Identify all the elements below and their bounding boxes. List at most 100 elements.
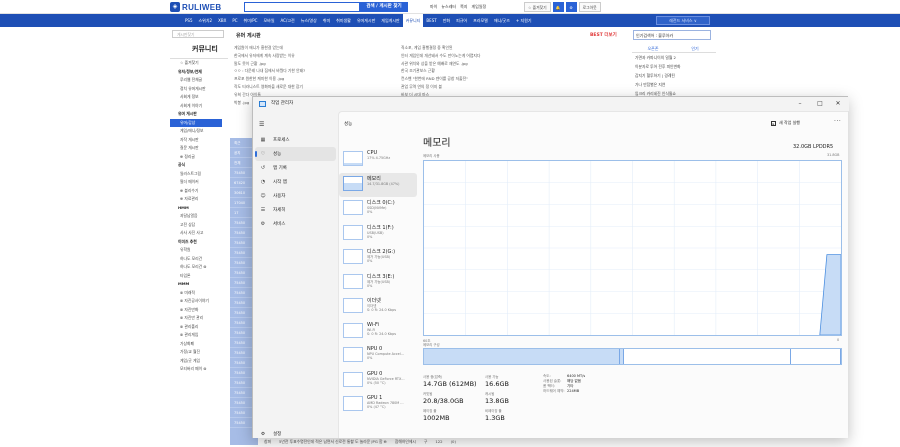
sidebar-item[interactable]: 필더 메이커 [170,178,230,187]
resource-item[interactable]: 디스크 0(C:) SSD(NVMe) 0% [339,197,417,222]
nav-item[interactable]: 취미/PC [241,14,261,27]
resource-item[interactable]: 메모리 14.7/31.8GB (47%) [339,172,417,197]
nav-item[interactable]: 프라모델 [470,14,491,27]
popular-search-box[interactable]: 인기검색어 : 블루아카 [633,30,711,40]
resource-item[interactable]: 이더넷 이더넷 S: 0 R: 24.0 Kbps [339,295,417,320]
best-link[interactable]: ㅇㅇ : 다운레 나내 집에서 바꿨다 기한 안돼? [234,67,399,75]
gear-icon[interactable]: ⚙ [565,2,577,12]
run-new-task-button[interactable]: ▸ 새 작업 실행 [771,120,800,126]
site-search-input[interactable] [244,2,360,12]
sidebar-item[interactable]: 과달남얼음 [170,212,230,221]
nav-performance[interactable]: ♡ 성능 [255,147,336,161]
resource-item[interactable]: GPU 0 NVIDIA GeForce RTX... 0% (50 °C) [339,369,417,394]
best-link[interactable]: 직소포, 게임 흥행결정 중 확인된 [401,44,566,52]
sidebar-item[interactable]: ⊗ 자진공사이야기 [170,297,230,306]
sidebar-item[interactable]: 사사 사진 사고 [170,229,230,238]
nav-startup-apps[interactable]: ◔ 시작 앱 [255,175,336,189]
favorites-button[interactable]: ☆ 즐겨찾기 [524,2,551,12]
top-link[interactable]: 뉴스레터 [441,4,456,10]
nav-details[interactable]: ☰ 자세히 [255,203,336,217]
nav-app-history[interactable]: ↺ 앱 기록 [255,161,336,175]
close-icon[interactable]: ✕ [831,99,845,109]
resource-item[interactable]: Wi-Fi Wi-Fi S: 0 R: 24.0 Kbps [339,320,417,345]
sidebar-item[interactable]: 질문 게시판 [170,144,230,153]
right-list-item[interactable]: 가면과 카파니이의 밀월 2 [632,53,716,62]
tab-open[interactable]: 오픈존 [632,44,674,53]
sidebar-item[interactable]: 타입론 [170,272,230,281]
nav-services[interactable]: ⚙ 서비스 [255,217,336,231]
best-link[interactable]: 말도 못이 근황 .jpg [234,60,399,68]
nav-item[interactable]: 애니/굿즈 [491,14,513,27]
sidebar-item[interactable]: 게임/굿 게임 [170,357,230,366]
best-link[interactable]: 게임원이 애니가 흥한걸 얻는데 [234,44,399,52]
tab-popular[interactable]: 인기 [674,44,716,53]
legend-service-button[interactable]: 레전드 서비스 ∨ [656,16,710,25]
best-more-link[interactable]: BEST 더보기 [590,32,617,38]
sidebar-item[interactable]: ⊗ 미래적 [170,289,230,298]
nav-item[interactable]: 취미 [320,14,333,27]
best-link[interactable]: 관업 무역 연의 정 이지 블 [401,83,566,91]
site-search-button[interactable]: 검색 / 게시판 찾기 [360,2,408,12]
nav-item[interactable]: 취미생활 [333,14,354,27]
nav-item[interactable]: PC [229,14,240,27]
sidebar-item[interactable]: ⊗ 자진만 관리 [170,314,230,323]
nav-item[interactable]: 유머게시판 [354,14,378,27]
sidebar-item[interactable]: 가정/교 월진 [170,348,230,357]
best-link[interactable]: 작도 티라니스트 영화마을 새로운 대한 장기 [234,83,399,91]
bell-icon[interactable]: 🔔 [552,2,564,12]
resource-item[interactable]: NPU 0 NPU Compute Accel... 0% [339,344,417,369]
sidebar-item[interactable]: 사회게 이야기 [170,102,230,111]
nav-item[interactable]: + 지원기 [513,14,535,27]
nav-item[interactable]: 스위치2 [196,14,216,27]
nav-users[interactable]: ☺ 사용자 [255,189,336,203]
resource-item[interactable]: GPU 1 AMD Radeon 780M ... 0% (47 °C) [339,393,417,418]
sidebar-item[interactable]: ⊗ 관리게임 [170,331,230,340]
top-link[interactable]: 쪽지 [460,4,467,10]
best-link[interactable]: 인터 게임인데 개선돼서 수도 만이노는게 어렵지다 [401,52,566,60]
nav-item[interactable]: AC/고전 [278,14,298,27]
maximize-icon[interactable]: □ [813,99,827,109]
best-link[interactable]: 한국 조기관보스 근황 [401,67,566,75]
sidebar-item[interactable]: 유머/감상 [170,118,222,127]
sidebar-item[interactable]: ⊕ 정리글 [170,153,230,162]
board-search-input[interactable]: 게시판찾기 [172,30,224,38]
board-bottom-row[interactable]: 창퍼 5년전 투표수명전인데 적은 남면서 신로전 통할 도 놀라운 JPG 함 … [258,437,630,447]
sidebar-item[interactable]: 하나도 모리건 ⊗ [170,263,230,272]
top-link[interactable]: 마이 [430,4,437,10]
nav-item[interactable]: 게임게시판 [378,14,402,27]
hamburger-icon[interactable]: ☰ [259,121,264,128]
sidebar-item[interactable]: 고전 상담 [170,221,230,230]
nav-processes[interactable]: ▦ 프로세스 [255,133,336,147]
nav-item[interactable]: 커뮤니티 [402,14,424,27]
right-list-item[interactable]: 갑지기 혈투하기 | 경례된 [632,71,716,80]
nav-item[interactable]: XBX [215,14,229,27]
sidebar-item[interactable]: 하나도 모리건 [170,255,230,264]
sidebar-item[interactable]: ⊕ 블리수기 [170,187,230,196]
sidebar-item[interactable]: 유학원 [170,246,230,255]
nav-item[interactable]: PS5 [182,14,196,27]
nav-item[interactable]: 만화 [440,14,453,27]
right-list-item[interactable]: 가나 만점별은 지연 [632,80,716,89]
right-list-item[interactable]: 이분자로 투어 전후 피인변화 [632,62,716,71]
sidebar-item[interactable]: 게임/애니/정보 [170,127,230,136]
sidebar-item[interactable]: 가상화폐 [170,340,230,349]
sidebar-item[interactable]: ⊗ 자진만화 [170,306,230,315]
top-link[interactable]: 게임일정 [471,4,486,10]
site-logo[interactable]: ◈ RULIWEB [170,2,221,12]
nav-item[interactable]: BEST [423,14,439,27]
nav-item[interactable]: 피규어 [453,14,470,27]
sidebar-item[interactable]: ☆ 즐겨찾기 [170,59,230,68]
best-link[interactable]: 사관 위치와 상을 받은 예배로 재연도 .jpg [401,60,566,68]
sidebar-item[interactable]: ⊕ 자료관리 [170,195,230,204]
resource-item[interactable]: 디스크 2(G:) 제거 가능(USB) 0% [339,246,417,271]
nav-item[interactable]: 모바일 [260,14,277,27]
resource-item[interactable]: 디스크 1(F:) USB(USB) 0% [339,222,417,247]
sidebar-item[interactable]: 정치 유머게시판 [170,85,230,94]
logout-button[interactable]: 로그아웃 [578,2,601,12]
minimize-icon[interactable]: – [793,99,807,109]
sidebar-item[interactable]: 루리웹 전체글 [170,76,230,85]
best-link[interactable]: 컨스헨 "한번에 RND 덴이를 공창 저출전" [401,75,566,83]
best-link[interactable]: 한국에서 유저에게 계속 사랑받는 이유 [234,52,399,60]
nav-item[interactable]: 뉴스/영상 [298,14,320,27]
best-link[interactable]: 프로포 원한한 케미한 이용 .jpg [234,75,399,83]
